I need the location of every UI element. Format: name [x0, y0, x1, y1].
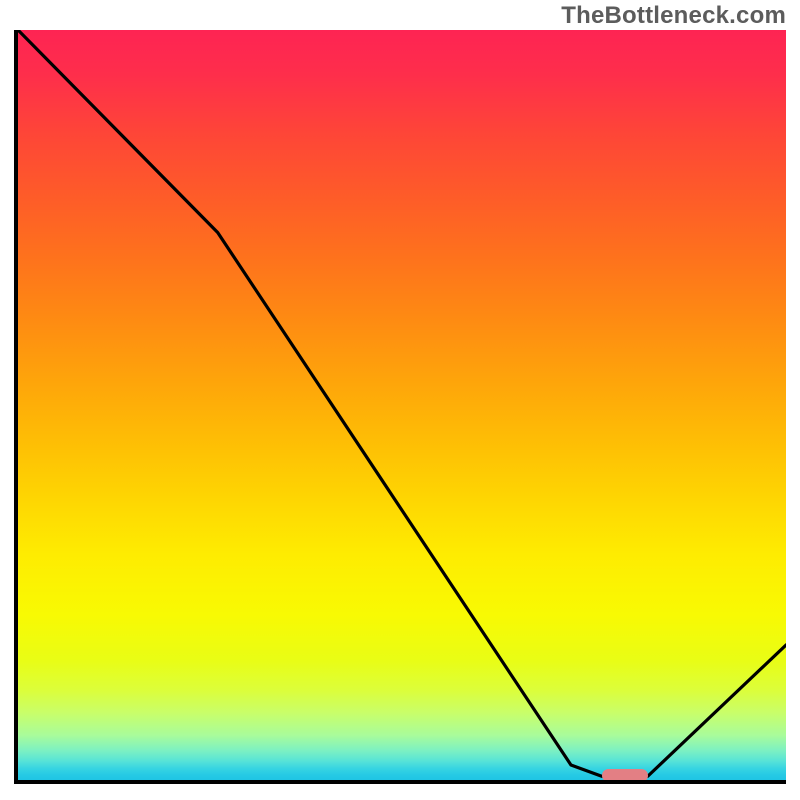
chart-container: TheBottleneck.com [0, 0, 800, 800]
optimal-marker [602, 769, 648, 782]
curve-path [18, 30, 786, 776]
bottleneck-curve [18, 30, 786, 780]
watermark-text: TheBottleneck.com [561, 2, 786, 30]
plot-area [14, 30, 786, 784]
